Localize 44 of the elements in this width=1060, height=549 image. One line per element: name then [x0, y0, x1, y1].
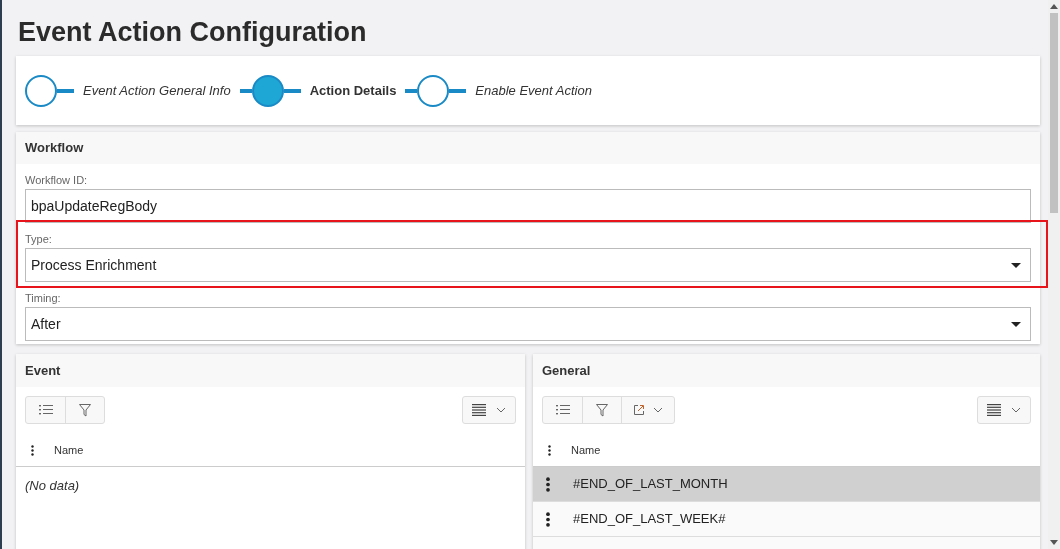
section-title: Workflow: [25, 139, 84, 158]
chevron-down-icon: [653, 407, 663, 413]
field-label: Timing:: [25, 291, 62, 306]
panel-title: Event: [25, 361, 61, 380]
table-row[interactable]: #END_OF_LAST_WEEK#: [533, 502, 1040, 537]
step-label[interactable]: Enable Event Action: [466, 80, 601, 101]
lines-icon: [987, 404, 1001, 416]
filter-icon: [79, 403, 91, 417]
table-cell-text: #END_OF_LAST_MONTH: [572, 475, 728, 494]
empty-message: (No data): [24, 477, 81, 495]
layout-menu-button[interactable]: [462, 396, 516, 424]
scrollbar-thumb[interactable]: [1050, 13, 1058, 213]
dropdown-field[interactable]: After: [25, 307, 1031, 341]
input-field[interactable]: bpaUpdateRegBody: [25, 189, 1031, 223]
panel-title: General: [542, 361, 591, 380]
step-label[interactable]: Event Action General Info: [74, 80, 240, 101]
step-node-icon[interactable]: [25, 74, 74, 107]
field-label: Workflow ID:: [25, 173, 89, 188]
filter-icon: [596, 403, 608, 417]
scroll-down-icon[interactable]: [1050, 540, 1058, 545]
list-icon: [38, 404, 53, 416]
scroll-up-icon[interactable]: [1050, 4, 1058, 9]
column-header[interactable]: Name: [551, 441, 601, 459]
table-cell-text: #END_OF_LAST_WEEK#: [572, 510, 726, 529]
lines-icon: [472, 404, 486, 416]
column-header[interactable]: Name: [34, 441, 84, 459]
dropdown-field[interactable]: Process Enrichment: [25, 248, 1031, 282]
field-label: Type:: [25, 232, 53, 247]
list-icon: [555, 404, 570, 416]
kebab-icon[interactable]: [31, 444, 34, 456]
export-icon: [633, 404, 645, 416]
step-label[interactable]: Action Details: [300, 80, 406, 101]
step-node-icon[interactable]: [405, 74, 467, 107]
layout-menu-button[interactable]: [977, 396, 1031, 424]
page-title: Event Action Configuration: [17, 16, 368, 49]
chevron-down-icon: [496, 407, 506, 413]
step-node-icon[interactable]: [239, 74, 301, 107]
dropdown-caret-icon: [1011, 321, 1021, 327]
dropdown-caret-icon: [1011, 262, 1021, 268]
kebab-icon[interactable]: [548, 444, 551, 456]
kebab-icon[interactable]: [546, 511, 550, 527]
kebab-icon[interactable]: [546, 476, 550, 492]
chevron-down-icon: [1011, 407, 1021, 413]
table-row[interactable]: #END_OF_LAST_MONTH: [533, 467, 1040, 502]
